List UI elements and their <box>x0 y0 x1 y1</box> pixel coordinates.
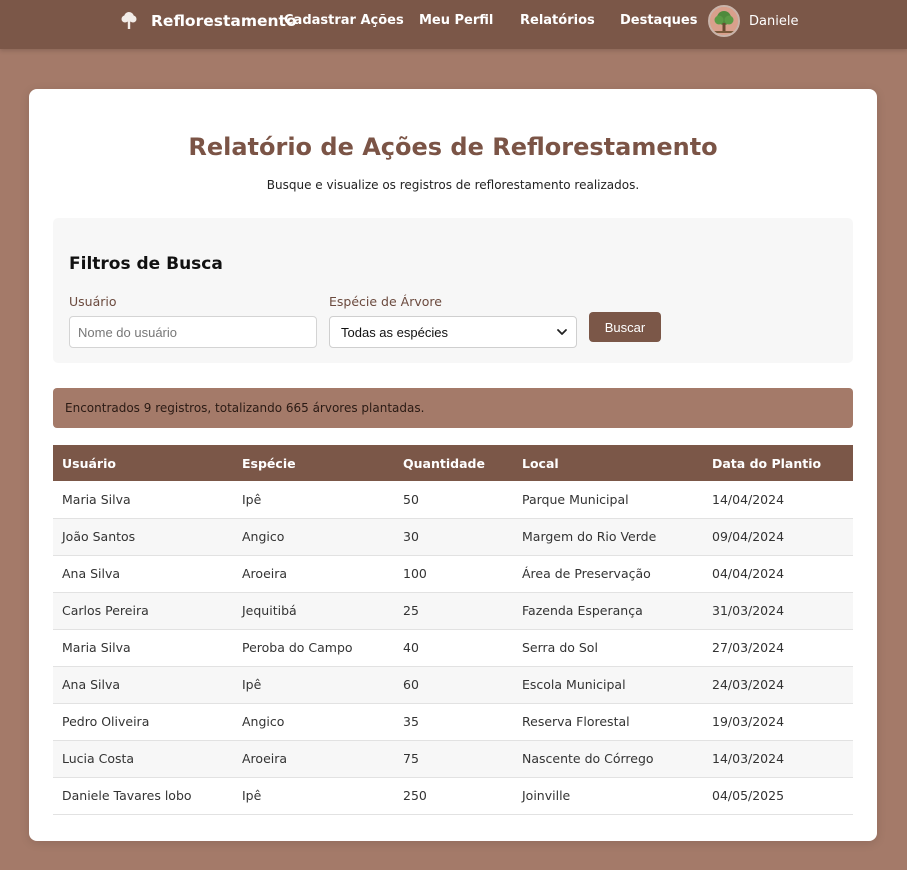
species-select[interactable]: Todas as espécies <box>329 316 577 348</box>
filters-title: Filtros de Busca <box>69 254 223 274</box>
cell-quantidade: 30 <box>403 529 419 544</box>
user-name-input[interactable] <box>69 316 317 348</box>
results-summary-banner: Encontrados 9 registros, totalizando 665… <box>53 388 853 428</box>
cell-local: Fazenda Esperança <box>522 603 643 618</box>
cell-usuario: Maria Silva <box>62 491 131 507</box>
search-filters-panel: Filtros de Busca Usuário Espécie de Árvo… <box>53 218 853 363</box>
cell-data: 31/03/2024 <box>712 603 785 618</box>
nav-relatorios[interactable]: Relatórios <box>520 13 595 28</box>
cell-usuario: Lucia Costa <box>62 751 135 766</box>
brand-link[interactable]: Reflorestamento <box>119 9 297 33</box>
cell-especie: Ipê <box>242 491 262 507</box>
cell-usuario: Carlos Pereira <box>62 603 149 618</box>
cell-quantidade: 75 <box>403 751 419 766</box>
cell-data: 19/03/2024 <box>712 714 785 729</box>
cell-usuario: Ana Silva <box>62 677 121 692</box>
table-row: Lucia Costa Aroeira 75 Nascente do Córre… <box>53 740 853 777</box>
cell-usuario: Daniele Tavares lobo <box>62 788 192 803</box>
cell-local: Serra do Sol <box>522 640 598 655</box>
top-navbar: Reflorestamento Cadastrar Ações Meu Perf… <box>0 0 907 49</box>
table-row: Maria Silva Peroba do Campo 40 Serra do … <box>53 629 853 666</box>
cell-local: Margem do Rio Verde <box>522 529 657 544</box>
nav-meu-perfil[interactable]: Meu Perfil <box>419 13 493 28</box>
cell-especie: Ipê <box>242 788 262 803</box>
cell-quantidade: 60 <box>403 677 419 692</box>
cell-local: Joinville <box>522 788 571 803</box>
cell-data: 14/03/2024 <box>712 751 785 766</box>
cell-local: Parque Municipal <box>522 491 629 507</box>
cell-especie: Angico <box>242 529 285 544</box>
table-row: Ana Silva Aroeira 100 Área de Preservaçã… <box>53 555 853 592</box>
brand-name: Reflorestamento <box>151 12 297 30</box>
cell-local: Nascente do Córrego <box>522 751 654 766</box>
page-subtitle: Busque e visualize os registros de reflo… <box>266 178 640 192</box>
cell-especie: Ipê <box>242 677 262 692</box>
cell-quantidade: 35 <box>403 714 419 729</box>
cell-usuario: Pedro Oliveira <box>62 714 150 729</box>
species-select-value: Todas as espécies <box>341 325 448 340</box>
reforestation-table: Usuário Espécie Quantidade Local Data do… <box>53 445 853 815</box>
cell-usuario: Ana Silva <box>62 566 121 581</box>
column-header-usuario: Usuário <box>62 455 116 471</box>
user-filter-label: Usuário <box>69 294 117 309</box>
cell-local: Área de Preservação <box>522 566 651 581</box>
cell-quantidade: 250 <box>403 788 427 803</box>
cell-usuario: Maria Silva <box>62 640 131 655</box>
cell-especie: Jequitibá <box>242 603 297 618</box>
avatar[interactable] <box>708 5 740 37</box>
chevron-down-icon <box>557 329 567 335</box>
nav-destaques[interactable]: Destaques <box>620 13 697 28</box>
column-header-local: Local <box>522 455 559 471</box>
cell-data: 14/04/2024 <box>712 491 785 507</box>
cell-data: 04/04/2024 <box>712 566 785 581</box>
cell-data: 27/03/2024 <box>712 640 785 655</box>
report-card: Relatório de Ações de Reflorestamento Bu… <box>29 89 877 841</box>
table-row: João Santos Angico 30 Margem do Rio Verd… <box>53 518 853 555</box>
page-title: Relatório de Ações de Reflorestamento <box>188 133 718 161</box>
species-filter-label: Espécie de Árvore <box>329 294 442 309</box>
tree-avatar-icon <box>710 7 738 35</box>
table-row: Maria Silva Ipê 50 Parque Municipal 14/0… <box>53 481 853 518</box>
cell-local: Escola Municipal <box>522 677 626 692</box>
results-summary-text: Encontrados 9 registros, totalizando 665… <box>65 401 425 415</box>
cell-especie: Peroba do Campo <box>242 640 353 655</box>
cell-especie: Aroeira <box>242 566 288 581</box>
cell-quantidade: 40 <box>403 640 419 655</box>
table-header-row: Usuário Espécie Quantidade Local Data do… <box>53 445 853 481</box>
cell-especie: Aroeira <box>242 751 288 766</box>
table-row: Carlos Pereira Jequitibá 25 Fazenda Espe… <box>53 592 853 629</box>
column-header-quantidade: Quantidade <box>403 455 485 471</box>
cell-data: 09/04/2024 <box>712 529 785 544</box>
cell-quantidade: 25 <box>403 603 419 618</box>
nav-cadastrar-acoes[interactable]: Cadastrar Ações <box>284 13 404 28</box>
table-row: Daniele Tavares lobo Ipê 250 Joinville 0… <box>53 777 853 814</box>
search-button[interactable]: Buscar <box>589 312 661 342</box>
column-header-data-plantio: Data do Plantio <box>712 455 822 471</box>
column-header-especie: Espécie <box>242 455 296 471</box>
cell-especie: Angico <box>242 714 285 729</box>
tree-icon <box>121 12 137 29</box>
user-name[interactable]: Daniele <box>749 14 798 29</box>
table-row: Ana Silva Ipê 60 Escola Municipal 24/03/… <box>53 666 853 703</box>
cell-quantidade: 50 <box>403 491 419 507</box>
cell-local: Reserva Florestal <box>522 714 630 729</box>
cell-usuario: João Santos <box>62 529 136 544</box>
cell-quantidade: 100 <box>403 566 427 581</box>
table-row: Pedro Oliveira Angico 35 Reserva Florest… <box>53 703 853 740</box>
cell-data: 24/03/2024 <box>712 677 785 692</box>
cell-data: 04/05/2025 <box>712 788 785 803</box>
